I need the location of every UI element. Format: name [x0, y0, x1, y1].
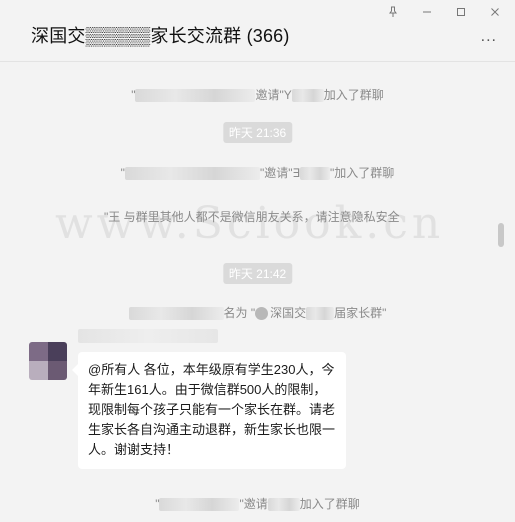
- maximize-icon[interactable]: [451, 4, 471, 20]
- privacy-notice: "王 与群里其他人都不是微信朋友关系，请注意隐私安全: [104, 210, 400, 224]
- rename-badge: 深国交: [270, 306, 307, 320]
- redacted-name: [267, 498, 300, 512]
- redacted-name: [306, 307, 335, 321]
- sender-name: [78, 329, 218, 343]
- redacted-name: [135, 89, 256, 103]
- system-message-invite: " "邀请"∃ "加入了群聊: [0, 164, 515, 181]
- timestamp: 昨天 21:42: [222, 263, 293, 284]
- avatar[interactable]: [29, 342, 67, 380]
- chat-window: 深国交▒▒▒▒▒家长交流群 (366) ... www.Sciook.cn " 邀…: [0, 0, 515, 522]
- window-controls: [383, 4, 505, 20]
- redacted-name: [159, 498, 240, 512]
- pin-icon[interactable]: [383, 4, 403, 20]
- sys-suffix: "加入了群聊: [330, 166, 395, 180]
- sys-mid: 邀请"Y: [255, 88, 292, 102]
- sys-mid: "邀请"∃: [259, 166, 301, 180]
- redacted-name: [124, 167, 260, 181]
- system-message-rename: 名为 " 深国交 届家长群": [0, 304, 515, 321]
- sys-suffix: 加入了群聊: [323, 88, 384, 102]
- group-avatar-icon: [255, 307, 269, 321]
- system-message-invite: " "邀请 加入了群聊: [0, 495, 515, 512]
- minimize-icon[interactable]: [417, 4, 437, 20]
- redacted-name: [291, 89, 324, 103]
- scrollbar[interactable]: [498, 223, 504, 247]
- rename-suffix: 届家长群": [334, 306, 387, 320]
- timestamp: 昨天 21:36: [222, 122, 293, 143]
- redacted-name: [300, 167, 331, 181]
- message-bubble[interactable]: @所有人 各位，本年级原有学生230人，今年新生161人。由于微信群500人的限…: [72, 352, 346, 469]
- rename-mid: 名为 ": [223, 306, 256, 320]
- sys-mid: "邀请: [239, 497, 268, 511]
- message-list[interactable]: www.Sciook.cn " 邀请"Y 加入了群聊 昨天 21:36 " "邀请"∃…: [0, 63, 515, 522]
- more-options-button[interactable]: ...: [481, 28, 497, 46]
- chat-title: 深国交▒▒▒▒▒家长交流群 (366): [31, 26, 290, 46]
- close-icon[interactable]: [485, 4, 505, 20]
- system-message-invite: " 邀请"Y 加入了群聊: [0, 86, 515, 103]
- redacted-name: [128, 307, 224, 321]
- title-bar: 深国交▒▒▒▒▒家长交流群 (366) ...: [0, 0, 515, 62]
- sys-suffix: 加入了群聊: [299, 497, 360, 511]
